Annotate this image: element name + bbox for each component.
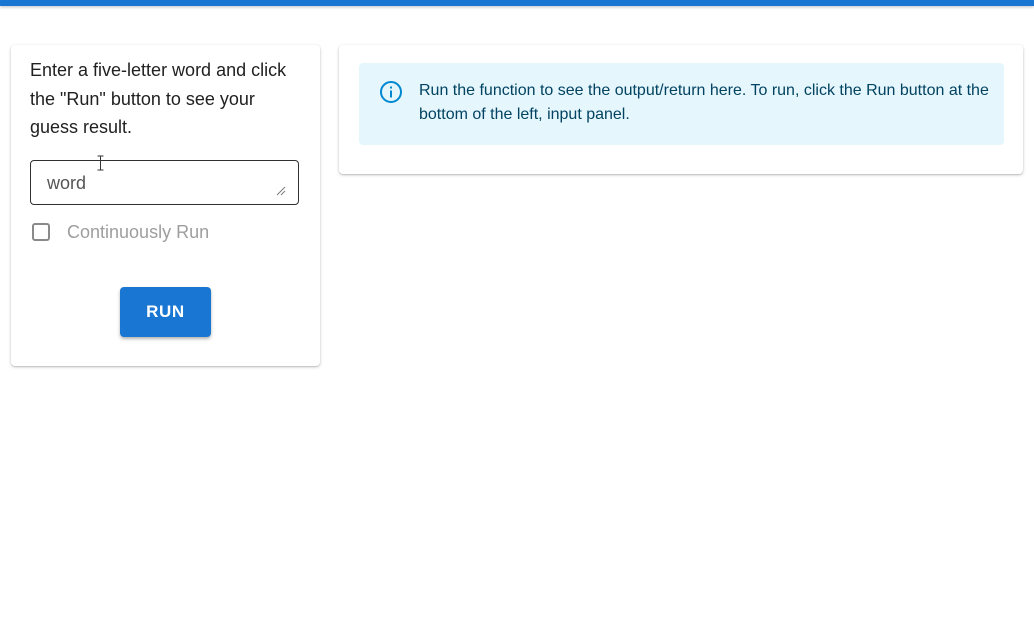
resize-handle-icon[interactable]: [276, 186, 286, 196]
word-input[interactable]: [31, 161, 298, 204]
output-panel: Run the function to see the output/retur…: [339, 45, 1023, 174]
info-message: Run the function to see the output/retur…: [419, 82, 989, 123]
info-circle-icon: [380, 81, 402, 103]
continuous-run-checkbox[interactable]: Continuously Run: [30, 220, 209, 244]
word-field[interactable]: [30, 160, 299, 205]
continuous-run-label[interactable]: Continuously Run: [67, 222, 209, 243]
info-alert: Run the function to see the output/retur…: [359, 63, 1004, 145]
top-app-bar: [0, 0, 1034, 6]
input-panel: Enter a five-letter word and click the "…: [11, 45, 320, 366]
run-button[interactable]: RUN: [120, 287, 211, 337]
instructions-text: Enter a five-letter word and click the "…: [30, 60, 287, 137]
text-cursor-icon: [97, 155, 104, 171]
checkbox-icon[interactable]: [32, 223, 50, 241]
